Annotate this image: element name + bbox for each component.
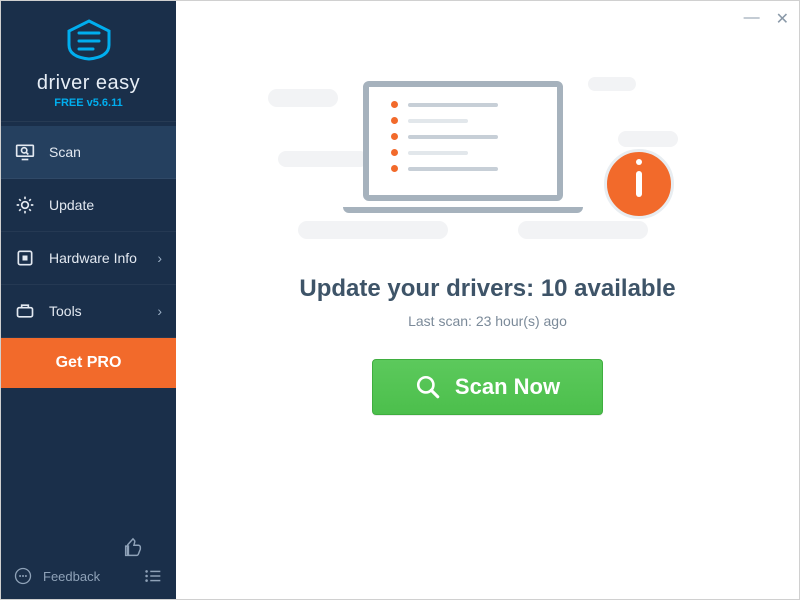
scan-illustration [308, 71, 668, 251]
chevron-right-icon: › [157, 250, 162, 266]
chevron-right-icon: › [157, 303, 162, 319]
sidebar-footer: Feedback [1, 529, 176, 599]
sidebar-item-label: Hardware Info [49, 250, 137, 266]
sidebar-item-label: Update [49, 197, 94, 213]
list-menu-icon[interactable] [142, 565, 164, 587]
monitor-scan-icon [15, 142, 35, 162]
scan-now-label: Scan Now [455, 374, 560, 400]
headline: Update your drivers: 10 available [299, 275, 675, 303]
tools-icon [15, 301, 35, 321]
last-scan-label: Last scan: 23 hour(s) ago [408, 313, 567, 329]
sidebar-item-scan[interactable]: Scan [1, 126, 176, 179]
app-logo-icon [63, 19, 115, 61]
minimize-button[interactable]: — [744, 9, 760, 29]
get-pro-button[interactable]: Get PRO [1, 338, 176, 388]
sidebar-item-tools[interactable]: Tools › [1, 285, 176, 338]
sidebar-nav: Scan Update Hardware Info › Tools › [1, 126, 176, 388]
available-count: 10 [541, 275, 568, 302]
thumbs-up-icon[interactable] [122, 537, 144, 559]
close-button[interactable]: ✕ [776, 9, 789, 29]
headline-prefix: Update your drivers: [299, 275, 540, 302]
sidebar-item-update[interactable]: Update [1, 179, 176, 232]
gear-update-icon [15, 195, 35, 215]
sidebar-item-hardware-info[interactable]: Hardware Info › [1, 232, 176, 285]
magnifier-icon [415, 374, 441, 400]
feedback-icon[interactable] [13, 566, 33, 586]
laptop-icon [363, 81, 563, 213]
logo-block: driver easy FREE v5.6.11 [1, 1, 176, 122]
brand-version: FREE v5.6.11 [1, 97, 176, 109]
window-controls: — ✕ [744, 9, 789, 29]
headline-suffix: available [568, 275, 676, 302]
info-badge-icon [604, 149, 674, 219]
sidebar-item-label: Scan [49, 144, 81, 160]
sidebar: driver easy FREE v5.6.11 Scan Update [1, 1, 176, 599]
feedback-label[interactable]: Feedback [43, 569, 100, 584]
scan-now-button[interactable]: Scan Now [372, 359, 603, 415]
main-panel: — ✕ Update your drivers: 10 available La… [176, 1, 799, 599]
get-pro-label: Get PRO [56, 354, 122, 371]
hardware-info-icon [15, 248, 35, 268]
brand-name: driver easy [1, 72, 176, 95]
sidebar-item-label: Tools [49, 303, 82, 319]
